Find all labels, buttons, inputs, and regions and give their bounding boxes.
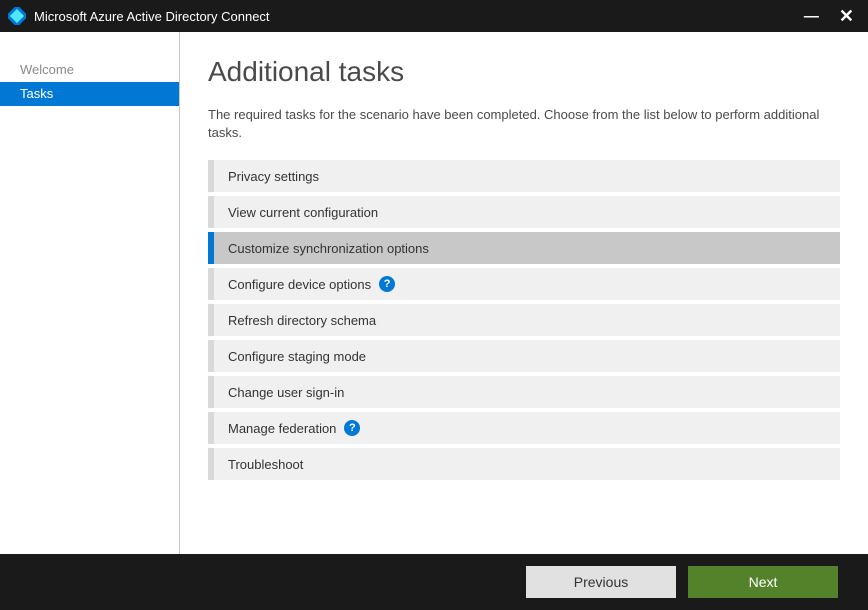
task-item[interactable]: Change user sign-in bbox=[208, 376, 840, 408]
close-button[interactable]: ✕ bbox=[839, 7, 854, 25]
task-list: Privacy settings View current configurati… bbox=[208, 160, 840, 480]
minimize-button[interactable]: — bbox=[804, 9, 819, 24]
help-icon[interactable]: ? bbox=[379, 276, 395, 292]
task-label: Manage federation bbox=[228, 421, 336, 436]
task-label: Privacy settings bbox=[228, 169, 319, 184]
task-label: Refresh directory schema bbox=[228, 313, 376, 328]
task-label: Configure device options bbox=[228, 277, 371, 292]
footer: Previous Next bbox=[0, 554, 868, 610]
task-item[interactable]: Refresh directory schema bbox=[208, 304, 840, 336]
next-button[interactable]: Next bbox=[688, 566, 838, 598]
azure-ad-logo-icon bbox=[8, 7, 26, 25]
task-label: Troubleshoot bbox=[228, 457, 303, 472]
sidebar: WelcomeTasks bbox=[0, 32, 180, 554]
task-label: Configure staging mode bbox=[228, 349, 366, 364]
help-icon[interactable]: ? bbox=[344, 420, 360, 436]
task-label: Change user sign-in bbox=[228, 385, 344, 400]
body-area: WelcomeTasks Additional tasks The requir… bbox=[0, 32, 868, 554]
page-description: The required tasks for the scenario have… bbox=[208, 106, 840, 142]
task-item[interactable]: Privacy settings bbox=[208, 160, 840, 192]
sidebar-item-welcome[interactable]: Welcome bbox=[0, 58, 179, 82]
task-item[interactable]: Configure device options? bbox=[208, 268, 840, 300]
window-controls: — ✕ bbox=[804, 7, 868, 25]
task-label: Customize synchronization options bbox=[228, 241, 429, 256]
task-item[interactable]: Configure staging mode bbox=[208, 340, 840, 372]
task-item[interactable]: Troubleshoot bbox=[208, 448, 840, 480]
page-title: Additional tasks bbox=[208, 56, 840, 88]
window-title: Microsoft Azure Active Directory Connect bbox=[34, 9, 804, 24]
sidebar-item-tasks[interactable]: Tasks bbox=[0, 82, 179, 106]
task-label: View current configuration bbox=[228, 205, 378, 220]
main-content: Additional tasks The required tasks for … bbox=[180, 32, 868, 554]
task-item[interactable]: Customize synchronization options bbox=[208, 232, 840, 264]
task-item[interactable]: Manage federation? bbox=[208, 412, 840, 444]
previous-button[interactable]: Previous bbox=[526, 566, 676, 598]
task-item[interactable]: View current configuration bbox=[208, 196, 840, 228]
titlebar: Microsoft Azure Active Directory Connect… bbox=[0, 0, 868, 32]
